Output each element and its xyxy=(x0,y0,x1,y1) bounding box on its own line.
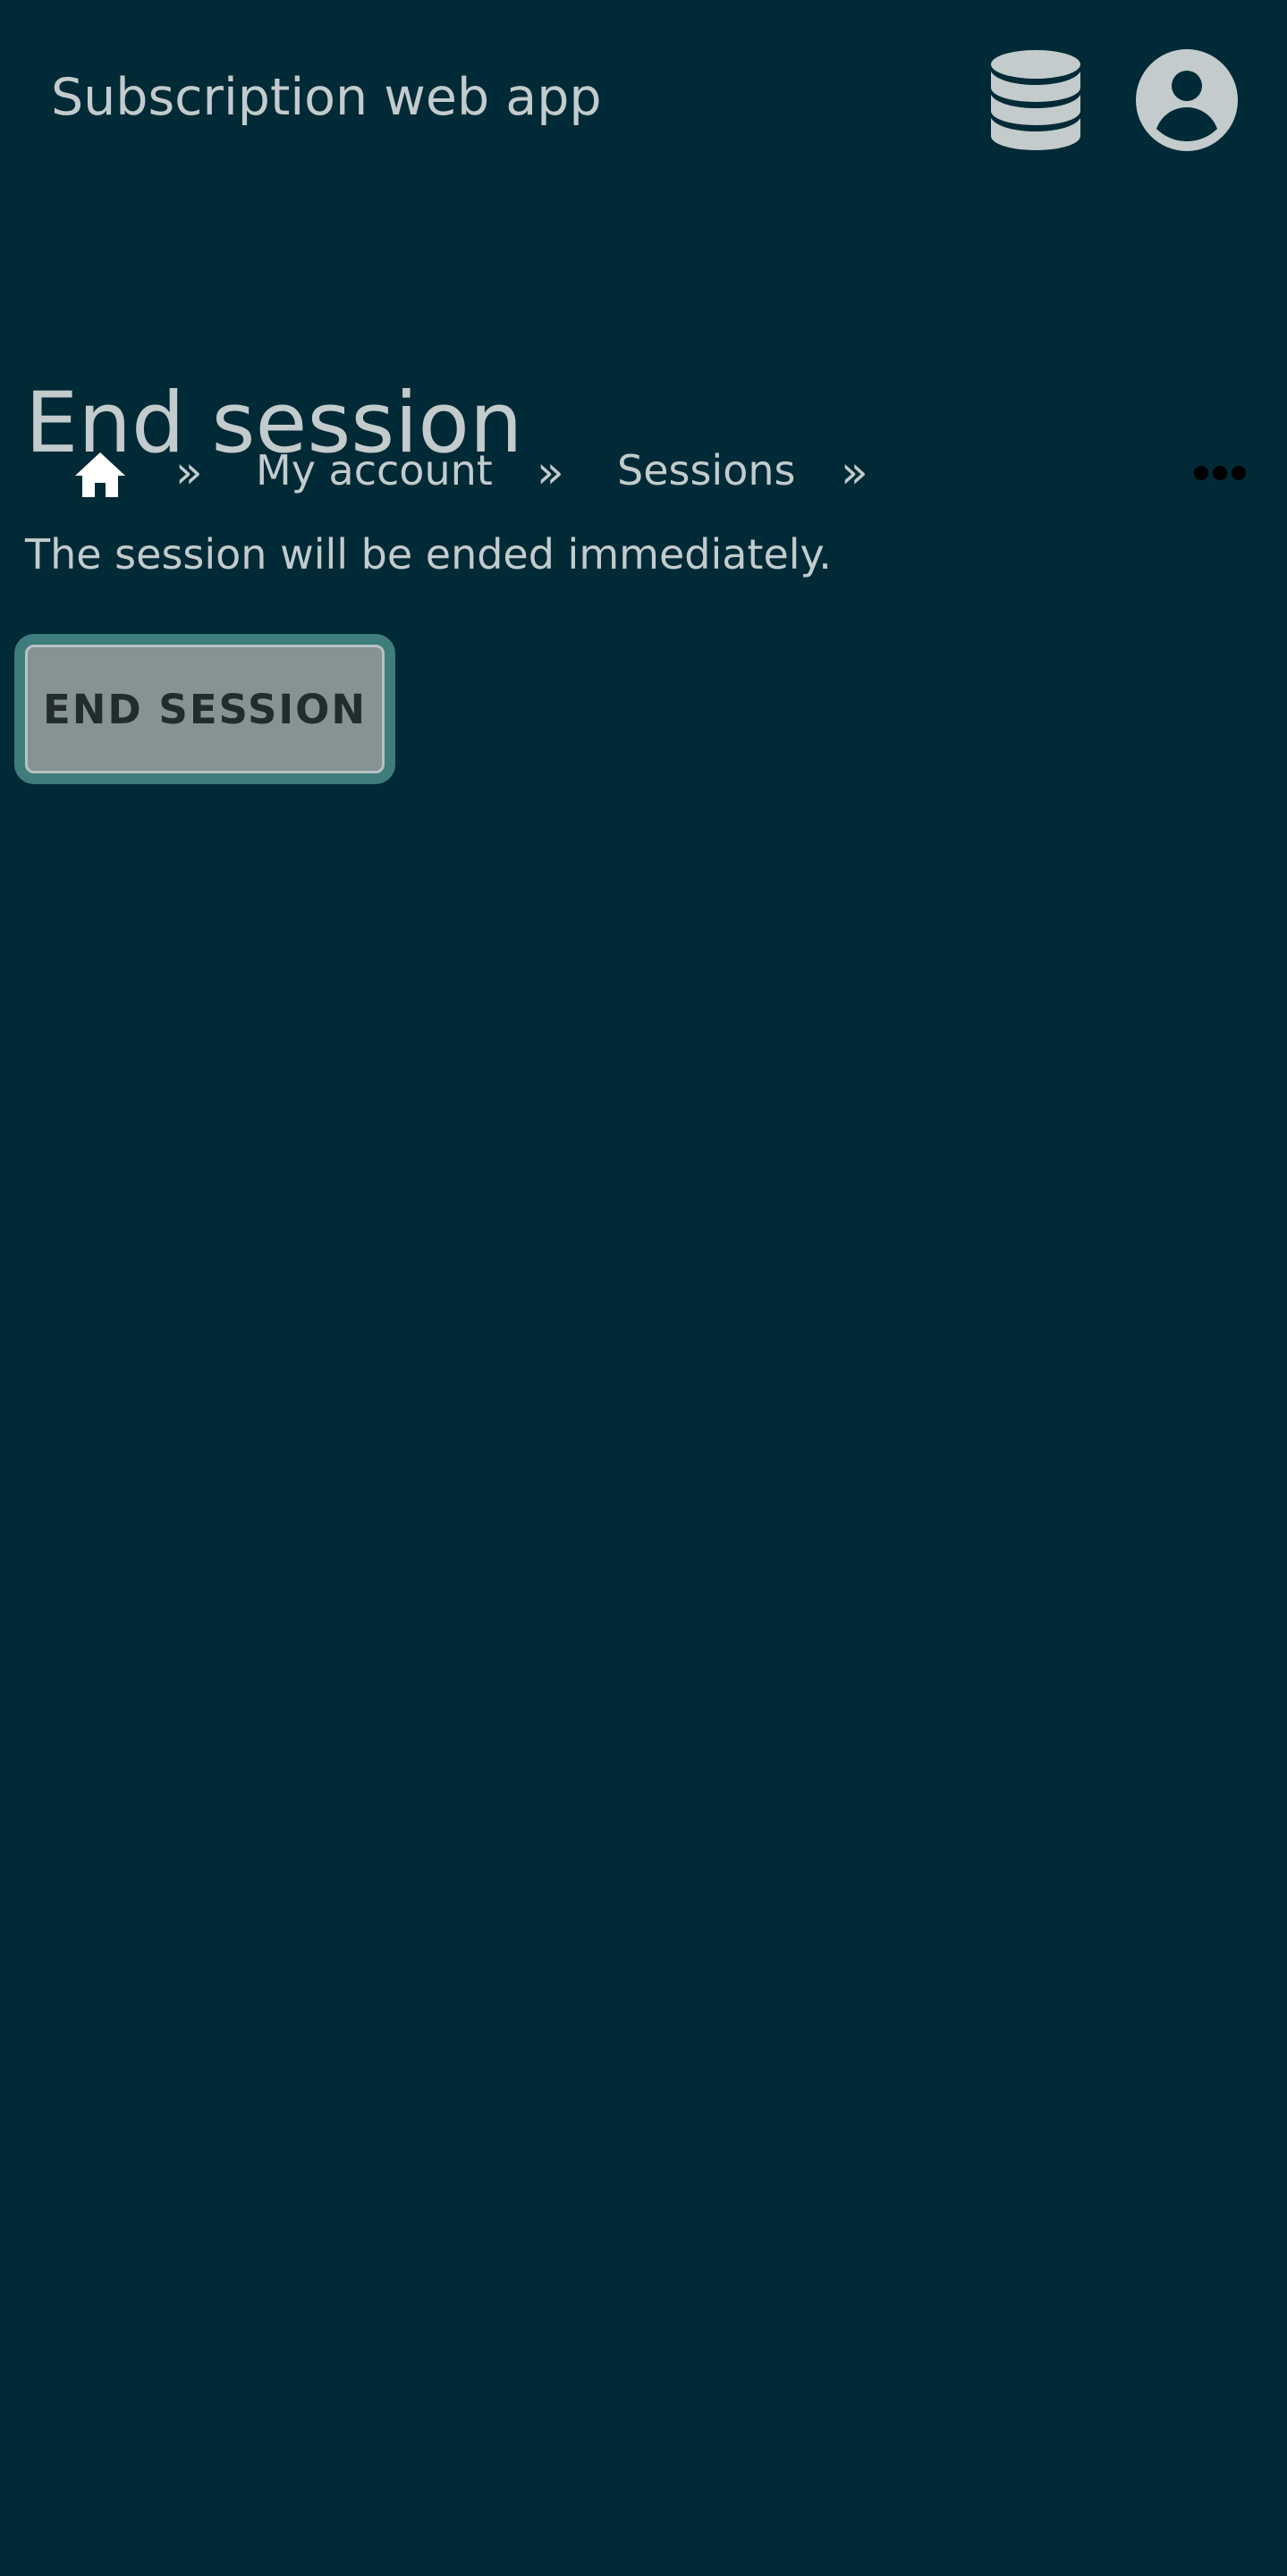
app-title[interactable]: Subscription web app xyxy=(51,66,602,129)
end-session-description: The session will be ended immediately. xyxy=(25,530,832,579)
user-account-icon[interactable] xyxy=(1135,48,1239,152)
breadcrumb: » My account » Sessions » xyxy=(0,215,1287,498)
end-session-button-label: END SESSION xyxy=(25,645,385,773)
more-options-icon[interactable] xyxy=(1193,465,1247,481)
breadcrumb-separator: » xyxy=(841,446,868,498)
page: Subscription web app » My account » Sess… xyxy=(0,0,1287,2576)
database-icon[interactable] xyxy=(989,48,1082,152)
breadcrumb-separator: » xyxy=(537,446,564,498)
breadcrumb-sessions[interactable]: Sessions xyxy=(617,443,795,497)
app-header: Subscription web app xyxy=(0,0,1287,197)
page-title: End session xyxy=(25,375,523,472)
end-session-button[interactable]: END SESSION xyxy=(14,634,395,784)
